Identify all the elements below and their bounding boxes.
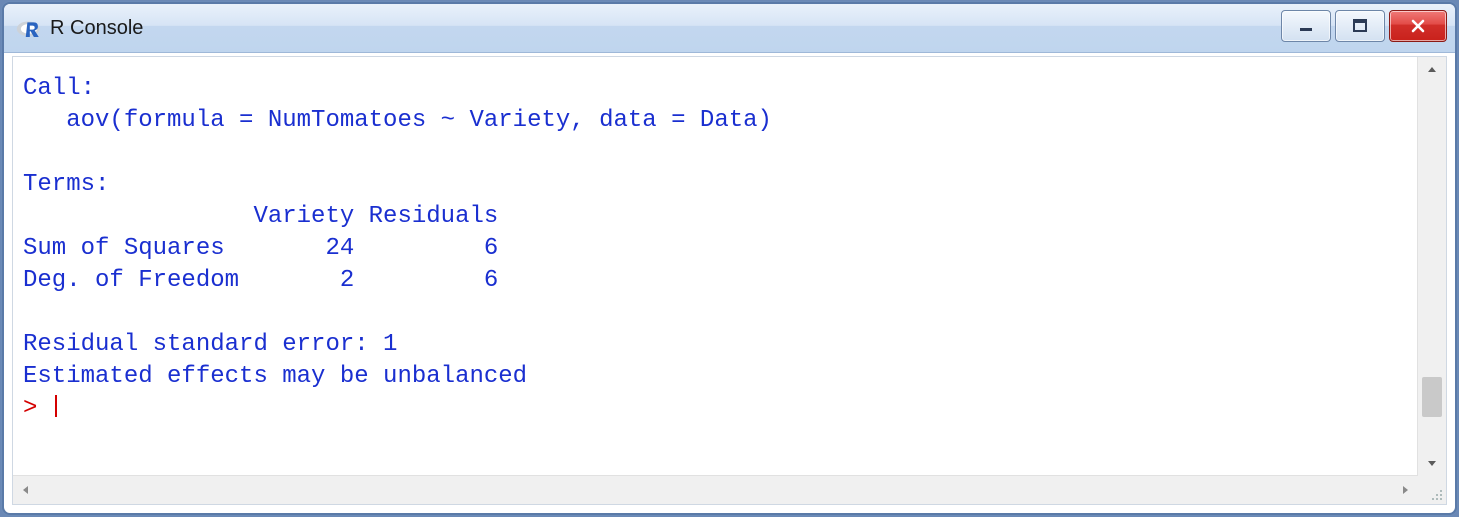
close-icon	[1410, 18, 1426, 34]
titlebar[interactable]: R Console	[4, 4, 1455, 53]
text-cursor	[55, 395, 57, 417]
window-frame: R Console Call: aov(formula = Num	[2, 2, 1457, 515]
output-line: Estimated effects may be unbalanced	[23, 363, 527, 390]
console-text: Call: aov(formula = NumTomatoes ~ Variet…	[23, 73, 1408, 425]
output-line: Terms:	[23, 171, 109, 198]
output-line: Residual standard error: 1	[23, 331, 397, 358]
scroll-down-arrow-icon[interactable]	[1418, 450, 1446, 476]
output-line: Call:	[23, 75, 95, 102]
prompt: >	[23, 395, 52, 422]
scroll-up-arrow-icon[interactable]	[1418, 57, 1446, 83]
scroll-corner	[1418, 476, 1446, 504]
horizontal-scrollbar[interactable]	[13, 475, 1418, 504]
output-line: Variety Residuals	[23, 203, 498, 230]
content-area: Call: aov(formula = NumTomatoes ~ Variet…	[12, 56, 1447, 505]
maximize-icon	[1352, 18, 1368, 34]
maximize-button[interactable]	[1335, 10, 1385, 42]
r-logo-icon	[16, 15, 42, 41]
output-line: Sum of Squares 24 6	[23, 235, 498, 262]
window-controls	[1281, 10, 1447, 42]
scroll-left-arrow-icon[interactable]	[13, 476, 39, 504]
minimize-button[interactable]	[1281, 10, 1331, 42]
scroll-right-arrow-icon[interactable]	[1392, 476, 1418, 504]
resize-grip-icon[interactable]	[1429, 487, 1443, 501]
close-button[interactable]	[1389, 10, 1447, 42]
output-line: Deg. of Freedom 2 6	[23, 267, 498, 294]
vertical-scrollbar[interactable]	[1417, 57, 1446, 476]
output-line: aov(formula = NumTomatoes ~ Variety, dat…	[23, 107, 772, 134]
window-title: R Console	[50, 17, 143, 40]
minimize-icon	[1298, 18, 1314, 34]
scroll-thumb[interactable]	[1422, 377, 1442, 417]
console-output[interactable]: Call: aov(formula = NumTomatoes ~ Variet…	[13, 57, 1418, 476]
